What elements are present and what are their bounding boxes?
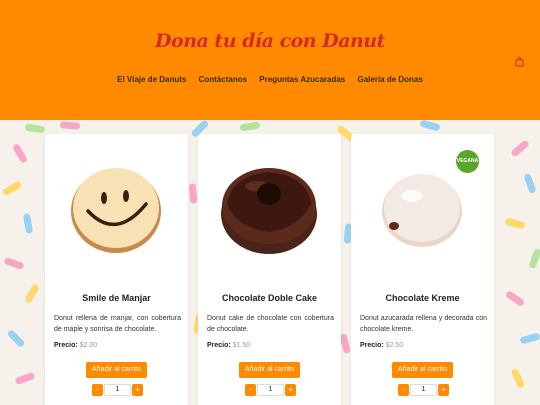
product-card: VEGANA Chocolate Kreme Donut azucarada r…	[351, 134, 494, 405]
decrease-quantity-button[interactable]: -	[398, 384, 409, 396]
product-description: Donut rellena de manjar, con cobertura d…	[54, 315, 181, 333]
product-name: Chocolate Kreme	[385, 293, 460, 303]
product-name: Chocolate Doble Cake	[221, 293, 318, 303]
product-name: Smile de Manjar	[82, 293, 151, 303]
main-nav: El Viaje de Danuts Contáctanos Preguntas…	[0, 75, 540, 84]
nav-item-preguntas[interactable]: Preguntas Azucaradas	[259, 75, 345, 84]
cart-icon[interactable]	[515, 57, 524, 67]
quantity-input[interactable]: 1	[104, 384, 131, 396]
product-card: Smile de Manjar Donut rellena de manjar,…	[45, 134, 188, 405]
nav-item-galeria[interactable]: Galeria de Donas	[357, 75, 422, 84]
increase-quantity-button[interactable]: +	[132, 384, 143, 396]
product-description: Donut azucarada rellena y decorada con c…	[360, 315, 487, 333]
nav-item-contacto[interactable]: Contáctanos	[199, 75, 247, 84]
add-to-cart-button[interactable]: Añadir al carrito	[86, 362, 147, 378]
nav-item-viaje[interactable]: El Viaje de Danuts	[117, 75, 186, 84]
quantity-input[interactable]: 1	[257, 384, 284, 396]
product-image-chocolate-donut[interactable]	[219, 156, 319, 256]
add-to-cart-button[interactable]: Añadir al carrito	[392, 362, 453, 378]
site-logo[interactable]: Dona tu día con Danut	[0, 30, 540, 52]
product-image-powdered-donut[interactable]	[372, 156, 472, 256]
product-description: Donut cake de chocolate con cobertura de…	[207, 315, 334, 333]
add-to-cart-button[interactable]: Añadir al carrito	[239, 362, 300, 378]
product-image-smile-donut[interactable]	[66, 156, 166, 256]
product-card: Chocolate Doble Cake Donut cake de choco…	[198, 134, 341, 405]
product-price: Precio: $2.50	[360, 342, 404, 349]
product-price: Precio: $2.00	[54, 342, 98, 349]
decrease-quantity-button[interactable]: -	[92, 384, 103, 396]
decrease-quantity-button[interactable]: -	[245, 384, 256, 396]
site-header: Dona tu día con Danut El Viaje de Danuts…	[0, 0, 540, 120]
increase-quantity-button[interactable]: +	[285, 384, 296, 396]
increase-quantity-button[interactable]: +	[438, 384, 449, 396]
quantity-input[interactable]: 1	[410, 384, 437, 396]
product-price: Precio: $1.50	[207, 342, 251, 349]
